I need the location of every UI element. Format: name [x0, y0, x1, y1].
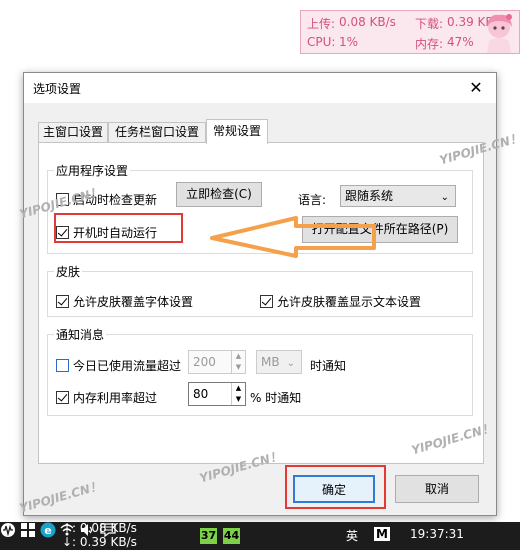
notify-title: 通知消息: [54, 326, 107, 343]
spin-arrows-icon[interactable]: ▲ ▼: [231, 383, 245, 405]
memory-limit-checkbox[interactable]: 内存利用率超过: [56, 389, 157, 406]
chevron-down-icon: ⌄: [286, 358, 295, 369]
audio-wave-icon[interactable]: [0, 522, 16, 538]
taskbar-clock[interactable]: 19:37:31: [410, 527, 464, 541]
upload-label: 上传:: [307, 17, 336, 31]
memory-limit-input[interactable]: 80 ▲ ▼: [188, 382, 246, 406]
traffic-limit-suffix: 时通知: [310, 359, 347, 373]
cpu-temp-badge[interactable]: 37: [200, 528, 217, 544]
svg-text:e: e: [44, 524, 51, 537]
language-select[interactable]: 跟随系统 ⌄: [340, 185, 456, 207]
taskbar: ↑: 0.08 KB/s ↓: 0.39 KB/s 37 44 e 英 M 19…: [0, 521, 520, 550]
allow-skin-font-label: 允许皮肤覆盖字体设置: [73, 295, 194, 309]
pointer-arrow-icon: [210, 216, 376, 258]
taskbar-upload-speed[interactable]: ↑: 0.08 KB/s: [62, 521, 137, 535]
memory-limit-suffix: % 时通知: [250, 391, 302, 405]
chevron-down-icon: ⌄: [440, 192, 449, 203]
skin-title: 皮肤: [54, 263, 83, 280]
taskbar-download-speed[interactable]: ↓: 0.39 KB/s: [62, 535, 137, 549]
general-settings-panel: 应用程序设置 启动时检查更新 立即检查(C) 语言: 跟随系统 ⌄ 开机时自动运…: [38, 142, 484, 464]
traffic-limit-value: 200: [193, 355, 216, 369]
spin-arrows-icon[interactable]: ▲ ▼: [231, 351, 245, 373]
check-now-button[interactable]: 立即检查(C): [176, 182, 262, 207]
memory-label: 内存:: [415, 37, 444, 51]
allow-skin-text-checkbox[interactable]: 允许皮肤覆盖显示文本设置: [260, 293, 421, 310]
allow-skin-font-checkbox-box[interactable]: [56, 295, 69, 308]
autostart-highlight-box: [54, 213, 183, 243]
memory-limit-label: 内存利用率超过: [73, 391, 158, 405]
notify-group: 通知消息 今日已使用流量超过 200 ▲ ▼ MB ⌄ 时通知 内存利用率超过 8…: [47, 326, 473, 416]
e-app-icon[interactable]: e: [40, 522, 56, 538]
traffic-limit-input[interactable]: 200 ▲ ▼: [188, 350, 246, 374]
allow-skin-font-checkbox[interactable]: 允许皮肤覆盖字体设置: [56, 293, 193, 310]
traffic-limit-label: 今日已使用流量超过: [73, 359, 182, 373]
traffic-unit-value: MB: [261, 355, 280, 369]
skin-group: 皮肤 允许皮肤覆盖字体设置 允许皮肤覆盖显示文本设置: [47, 263, 473, 317]
language-label: 语言:: [298, 193, 327, 207]
traffic-unit-select[interactable]: MB ⌄: [256, 350, 302, 374]
traffic-limit-checkbox[interactable]: 今日已使用流量超过: [56, 357, 181, 374]
cancel-button[interactable]: 取消: [395, 475, 479, 503]
anime-girl-icon: [487, 14, 512, 53]
cpu-value: 1%: [339, 35, 359, 49]
tab-taskbar-window[interactable]: 任务栏窗口设置: [108, 122, 206, 143]
upload-value: 0.08 KB/s: [339, 15, 396, 29]
ok-highlight-box: [285, 465, 386, 509]
traffic-limit-checkbox-box[interactable]: [56, 359, 69, 372]
tab-main-window[interactable]: 主窗口设置: [38, 122, 108, 143]
app-settings-title: 应用程序设置: [54, 162, 131, 179]
allow-skin-text-checkbox-box[interactable]: [260, 295, 273, 308]
memory-limit-checkbox-box[interactable]: [56, 391, 69, 404]
dialog-titlebar[interactable]: 选项设置 ✕: [24, 73, 496, 103]
allow-skin-text-label: 允许皮肤覆盖显示文本设置: [277, 295, 422, 309]
memory-value: 47%: [447, 35, 474, 49]
ime-language-indicator[interactable]: 英: [346, 527, 358, 544]
tab-general[interactable]: 常规设置: [206, 119, 268, 144]
download-label: 下载:: [415, 17, 444, 31]
ime-mode-indicator[interactable]: M: [374, 527, 390, 541]
gpu-temp-badge[interactable]: 44: [223, 528, 240, 544]
close-icon[interactable]: ✕: [456, 73, 496, 103]
cpu-label: CPU:: [307, 35, 336, 49]
dialog-title: 选项设置: [33, 82, 82, 96]
memory-limit-value: 80: [193, 387, 209, 401]
traffic-monitor-widget[interactable]: 上传: 0.08 KB/s 下载: 0.39 KB/s CPU: 1% 内存: …: [300, 10, 520, 54]
language-value: 跟随系统: [345, 189, 394, 203]
grid-app-icon[interactable]: [20, 522, 36, 538]
